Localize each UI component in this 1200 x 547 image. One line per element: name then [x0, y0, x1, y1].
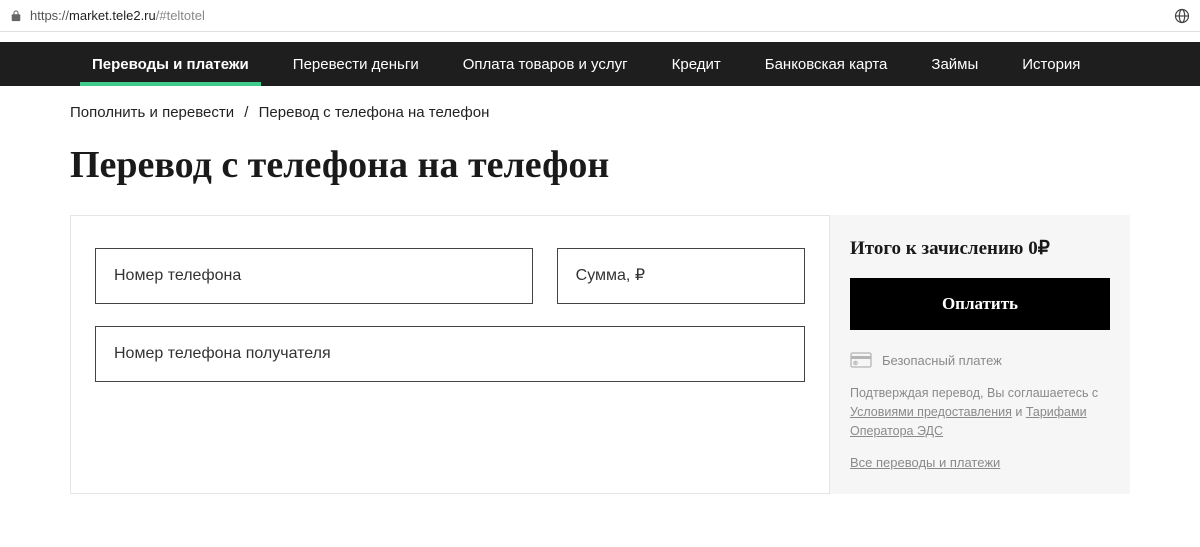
recipient-phone-input[interactable]	[95, 326, 805, 382]
breadcrumb-parent[interactable]: Пополнить и перевести	[70, 104, 234, 121]
nav-item-pay-goods[interactable]: Оплата товаров и услуг	[441, 42, 650, 86]
browser-address-bar: https://market.tele2.ru/#teltotel	[0, 0, 1200, 32]
all-transfers-link[interactable]: Все переводы и платежи	[850, 455, 1000, 470]
globe-icon[interactable]	[1174, 8, 1190, 24]
url-text[interactable]: https://market.tele2.ru/#teltotel	[30, 8, 1174, 23]
nav-label: История	[1022, 56, 1080, 73]
nav-label: Оплата товаров и услуг	[463, 56, 628, 73]
lock-icon	[10, 10, 22, 22]
total-label: Итого к зачислению 0₽	[850, 237, 1110, 260]
secure-payment-label: Безопасный платеж	[882, 353, 1002, 368]
breadcrumb-separator: /	[244, 104, 248, 121]
nav-item-bank-card[interactable]: Банковская карта	[743, 42, 910, 86]
nav-item-history[interactable]: История	[1000, 42, 1102, 86]
nav-item-transfers-payments[interactable]: Переводы и платежи	[70, 42, 271, 86]
pay-button[interactable]: Оплатить	[850, 278, 1110, 330]
page-title: Перевод с телефона на телефон	[70, 143, 1130, 187]
phone-input[interactable]	[95, 248, 533, 304]
nav-item-loans[interactable]: Займы	[909, 42, 1000, 86]
secure-payment-icon	[850, 352, 872, 368]
nav-label: Банковская карта	[765, 56, 888, 73]
url-hash: /#teltotel	[156, 8, 205, 23]
breadcrumb: Пополнить и перевести / Перевод с телефо…	[70, 104, 1130, 121]
breadcrumb-current: Перевод с телефона на телефон	[259, 104, 490, 121]
nav-label: Переводы и платежи	[92, 56, 249, 73]
disclaimer-text: Подтверждая перевод, Вы соглашаетесь с У…	[850, 384, 1110, 440]
main-nav: Переводы и платежи Перевести деньги Опла…	[0, 42, 1200, 86]
nav-label: Кредит	[672, 56, 721, 73]
transfer-form-panel	[70, 215, 830, 494]
disclaimer-and: и	[1012, 405, 1026, 419]
amount-input[interactable]	[557, 248, 805, 304]
url-prefix: https://	[30, 8, 69, 23]
disclaimer-prefix: Подтверждая перевод, Вы соглашаетесь с	[850, 386, 1098, 400]
nav-label: Займы	[931, 56, 978, 73]
summary-panel: Итого к зачислению 0₽ Оплатить Безопасны…	[830, 215, 1130, 494]
nav-item-transfer-money[interactable]: Перевести деньги	[271, 42, 441, 86]
nav-label: Перевести деньги	[293, 56, 419, 73]
terms-link[interactable]: Условиями предоставления	[850, 405, 1012, 419]
secure-payment-row: Безопасный платеж	[850, 352, 1110, 368]
nav-item-credit[interactable]: Кредит	[650, 42, 743, 86]
url-domain: market.tele2.ru	[69, 8, 156, 23]
